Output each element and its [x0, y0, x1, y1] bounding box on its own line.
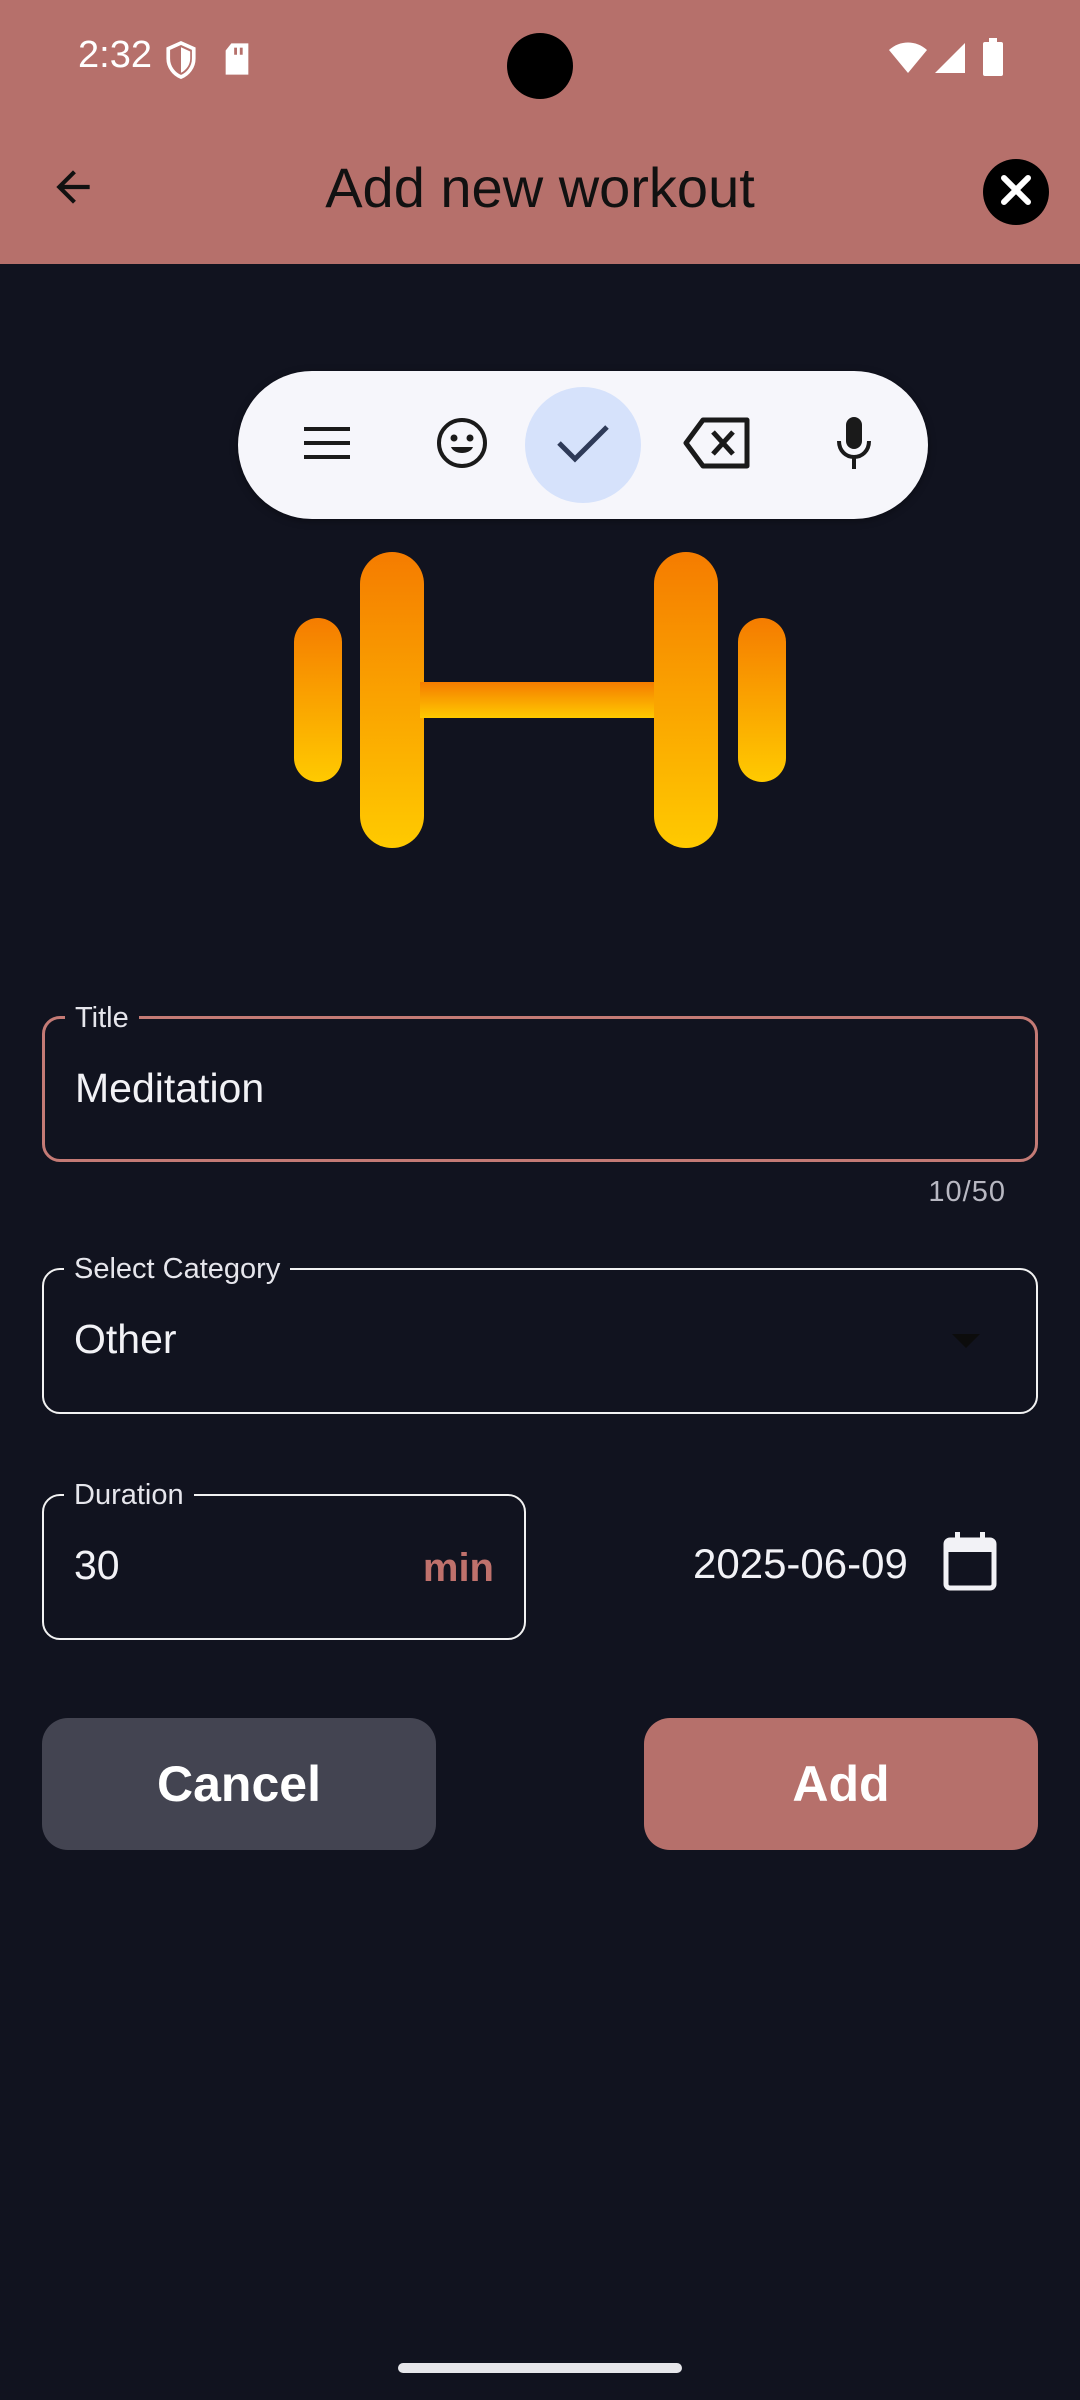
done-button[interactable]: [525, 387, 641, 503]
menu-icon: [302, 423, 352, 468]
date-value[interactable]: 2025-06-09: [693, 1540, 908, 1588]
mic-icon: [834, 415, 874, 476]
status-bar: 2:32: [0, 0, 1080, 120]
keyboard-toolbar: [238, 371, 928, 519]
dumbbell-icon: [290, 548, 790, 848]
duration-value[interactable]: 30: [74, 1542, 120, 1589]
close-icon: [998, 172, 1034, 213]
add-button[interactable]: Add: [644, 1718, 1038, 1850]
front-camera: [507, 33, 573, 99]
title-field-value[interactable]: Meditation: [75, 1065, 264, 1112]
category-selected-value: Other: [74, 1316, 177, 1362]
duration-field-label: Duration: [64, 1478, 194, 1512]
title-field-label: Title: [65, 1001, 139, 1035]
backspace-icon: [683, 416, 753, 475]
status-time: 2:32: [78, 34, 152, 76]
close-button[interactable]: [983, 159, 1049, 225]
cancel-button[interactable]: Cancel: [42, 1718, 436, 1850]
emoji-icon: [435, 416, 489, 475]
wifi-icon: [888, 42, 928, 79]
title-field[interactable]: Title Meditation: [42, 1001, 1038, 1162]
battery-icon: [982, 38, 1004, 81]
backspace-button[interactable]: [660, 387, 776, 503]
duration-unit-suffix: min: [422, 1546, 494, 1590]
cell-signal-icon: [934, 42, 966, 79]
dropdown-arrow-icon: [952, 1334, 980, 1348]
emoji-button[interactable]: [404, 387, 520, 503]
title-character-counter: 10/50: [928, 1176, 1006, 1208]
category-dropdown[interactable]: Select Category Other: [42, 1252, 1038, 1414]
keyboard-menu-button[interactable]: [269, 387, 385, 503]
sd-card-icon: [222, 42, 252, 81]
category-field-label: Select Category: [64, 1252, 291, 1286]
duration-field[interactable]: Duration 30 min: [42, 1478, 526, 1640]
shield-icon: [164, 40, 198, 85]
date-picker-button[interactable]: [942, 1532, 1008, 1602]
calendar-icon: [942, 1532, 998, 1596]
check-icon: [555, 421, 611, 470]
voice-input-button[interactable]: [796, 387, 912, 503]
home-indicator[interactable]: [398, 2363, 682, 2373]
page-title: Add new workout: [325, 156, 755, 219]
